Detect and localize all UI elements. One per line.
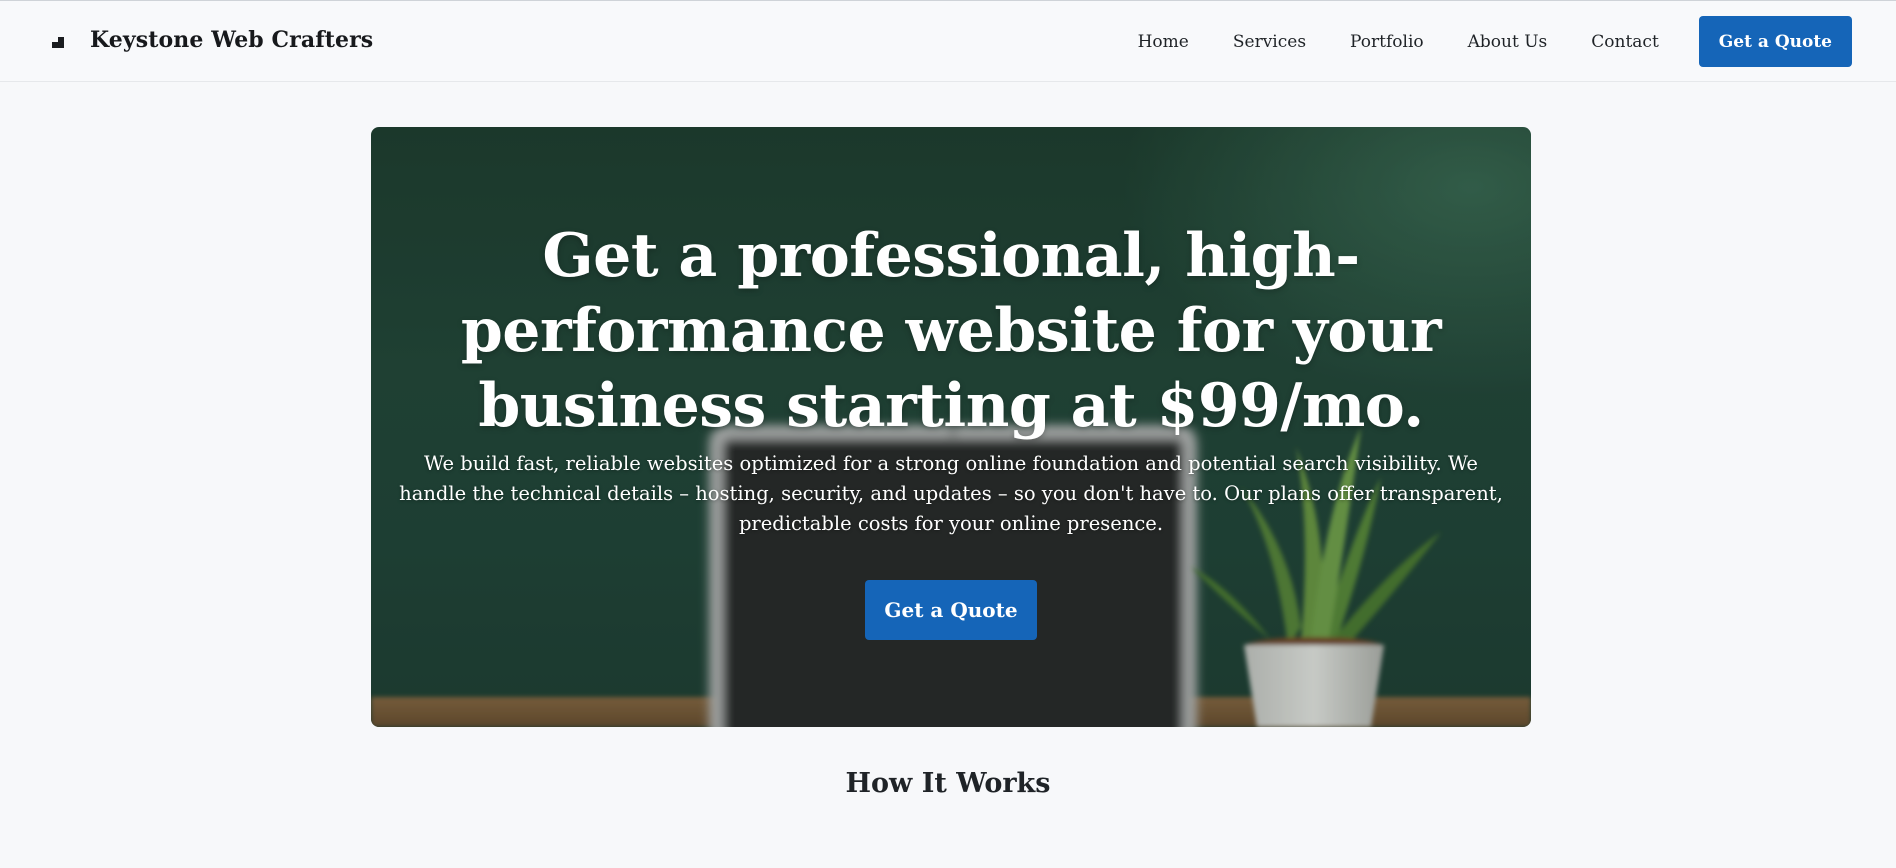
hero-description: We build fast, reliable websites optimiz… bbox=[399, 452, 1503, 535]
brand[interactable]: Keystone Web Crafters bbox=[50, 27, 373, 53]
nav-about-us[interactable]: About Us bbox=[1468, 32, 1548, 52]
stairs-logo-icon bbox=[50, 29, 72, 51]
nav-services[interactable]: Services bbox=[1233, 32, 1306, 52]
main-nav: Home Services Portfolio About Us Contact… bbox=[1138, 16, 1852, 67]
site-header: Keystone Web Crafters Home Services Port… bbox=[0, 0, 1896, 82]
nav-portfolio[interactable]: Portfolio bbox=[1350, 32, 1424, 52]
nav-home[interactable]: Home bbox=[1138, 32, 1189, 52]
how-it-works-heading: How It Works bbox=[845, 768, 1051, 799]
brand-name: Keystone Web Crafters bbox=[90, 27, 374, 53]
header-get-quote-button[interactable]: Get a Quote bbox=[1698, 16, 1852, 67]
hero-headline: Get a professional, high-performance web… bbox=[460, 221, 1442, 441]
hero-get-quote-button[interactable]: Get a Quote bbox=[865, 580, 1037, 640]
nav-contact[interactable]: Contact bbox=[1591, 32, 1659, 52]
hero-banner: Get a professional, high-performance web… bbox=[371, 127, 1531, 727]
